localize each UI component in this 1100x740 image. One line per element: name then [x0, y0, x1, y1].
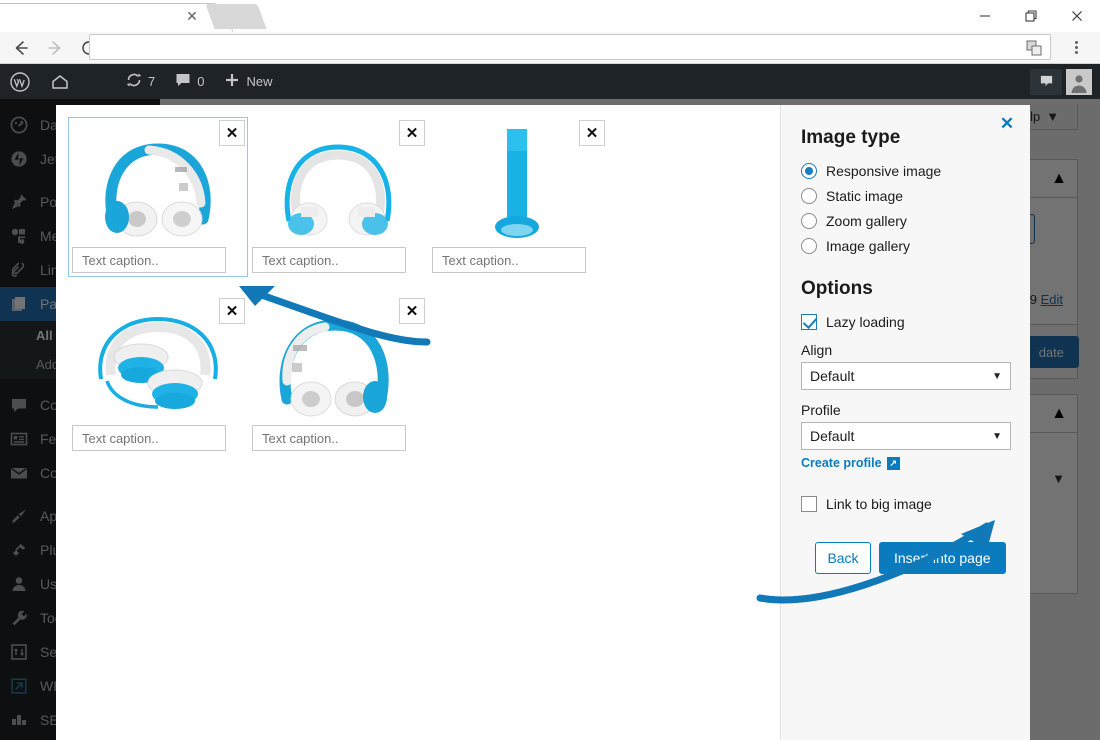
address-input[interactable] [98, 36, 1028, 58]
thumbnail-delete-icon-1[interactable]: ✕ [219, 120, 245, 146]
radio-responsive-image[interactable]: Responsive image [801, 163, 1010, 179]
new-tab-button[interactable] [205, 4, 267, 29]
options-heading: Options [801, 278, 873, 299]
align-select[interactable]: Default ▼ [801, 362, 1011, 390]
updates-count: 7 [148, 74, 156, 89]
updates-indicator[interactable]: 7 [116, 64, 165, 99]
window-close-icon[interactable] [1054, 0, 1100, 32]
options-panel: ✕ Image type Responsive image Static ima… [780, 105, 1030, 740]
checkbox-indicator [801, 496, 817, 512]
profile-label: Profile [801, 402, 841, 418]
radio-label: Zoom gallery [826, 213, 907, 229]
back-button[interactable]: Back [815, 542, 871, 574]
radio-label: Responsive image [826, 163, 942, 179]
minimize-icon[interactable] [962, 0, 1008, 32]
tab-close-icon[interactable]: ✕ [183, 7, 201, 25]
wp-admin-bar: 7 0 New [0, 64, 1100, 99]
kebab-menu-icon[interactable] [1062, 34, 1090, 60]
caption-input-1[interactable] [80, 251, 222, 269]
thumbnail-delete-icon-2[interactable]: ✕ [399, 120, 425, 146]
checkbox-label: Link to big image [826, 496, 932, 512]
admin-bar-right [1030, 64, 1100, 99]
modal-close-icon[interactable]: ✕ [996, 113, 1018, 135]
notifications-icon[interactable] [1030, 68, 1062, 95]
back-arrow-icon[interactable] [4, 32, 38, 64]
new-content-button[interactable]: New [214, 64, 282, 99]
image-insert-modal: ✕ Text caption.. ✕ Text caption.. ✕ Text… [56, 105, 1030, 740]
checkbox-link-to-big-image[interactable]: Link to big image [801, 496, 1010, 512]
caption-input-4[interactable] [80, 429, 222, 447]
checkbox-indicator [801, 314, 817, 330]
image-type-heading: Image type [801, 127, 901, 148]
plus-icon [224, 72, 240, 91]
external-link-icon: ↗ [886, 456, 900, 470]
thumbnail-caption-2[interactable] [252, 247, 406, 273]
radio-indicator [801, 213, 817, 229]
radio-indicator [801, 188, 817, 204]
address-bar[interactable] [89, 34, 1051, 60]
thumbnail-delete-icon-4[interactable]: ✕ [219, 298, 245, 324]
thumbnail-delete-icon-5[interactable]: ✕ [399, 298, 425, 324]
caption-input-5[interactable] [260, 429, 402, 447]
caption-input-2[interactable] [260, 251, 402, 269]
modal-action-buttons: Back Insert into page [801, 542, 1010, 574]
home-icon[interactable] [40, 64, 80, 99]
profile-select[interactable]: Default ▼ [801, 422, 1011, 450]
radio-indicator [801, 238, 817, 254]
page-translate-icon[interactable] [1026, 40, 1042, 56]
thumbnail-item-3[interactable]: ✕ [428, 117, 608, 277]
restore-icon[interactable] [1008, 0, 1054, 32]
new-label: New [246, 74, 273, 89]
forward-arrow-icon [38, 32, 72, 64]
comments-indicator[interactable]: 0 [165, 64, 214, 99]
create-profile-link[interactable]: Create profile ↗ [801, 456, 900, 470]
radio-static-image[interactable]: Static image [801, 188, 1010, 204]
radio-indicator [801, 163, 817, 179]
insert-into-page-button[interactable]: Insert into page [879, 542, 1006, 574]
chevron-down-icon: ▼ [992, 430, 1002, 442]
window-controls [960, 0, 1100, 32]
tab-strip: ✕ [0, 0, 1100, 32]
thumbnail-delete-icon-3[interactable]: ✕ [579, 120, 605, 146]
radio-label: Image gallery [826, 238, 911, 254]
user-avatar[interactable] [1066, 68, 1092, 95]
checkbox-label: Lazy loading [826, 314, 905, 330]
wordpress-logo-icon[interactable] [0, 64, 40, 99]
chevron-down-icon: ▼ [992, 370, 1002, 382]
thumbnail-item-5[interactable]: ✕ [248, 295, 428, 455]
create-profile-label: Create profile [801, 456, 882, 470]
checkbox-lazy-loading[interactable]: Lazy loading [801, 314, 1010, 330]
thumbnail-caption-1[interactable] [72, 247, 226, 273]
thumbnail-grid: ✕ Text caption.. ✕ Text caption.. ✕ Text… [68, 117, 768, 473]
thumbnail-caption-3[interactable] [432, 247, 586, 273]
browser-window: ✕ 7 0 New ✕ Text caption.. ✕ Text captio… [0, 0, 1100, 740]
align-label: Align [801, 342, 833, 358]
thumbnail-item-1[interactable]: ✕ [68, 117, 248, 277]
comments-count: 0 [197, 74, 205, 89]
radio-zoom-gallery[interactable]: Zoom gallery [801, 213, 1010, 229]
radio-label: Static image [826, 188, 904, 204]
thumbnail-caption-5[interactable] [252, 425, 406, 451]
thumbnail-item-2[interactable]: ✕ [248, 117, 428, 277]
thumbnail-panel: ✕ Text caption.. ✕ Text caption.. ✕ Text… [56, 105, 780, 740]
updates-icon [126, 72, 142, 91]
radio-image-gallery[interactable]: Image gallery [801, 238, 1010, 254]
caption-input-3[interactable] [440, 251, 582, 269]
browser-tab[interactable] [0, 3, 214, 32]
browser-titlebar: ✕ [0, 0, 1100, 32]
profile-value: Default [810, 428, 855, 444]
thumbnail-item-4[interactable]: ✕ [68, 295, 248, 455]
thumbnail-caption-4[interactable] [72, 425, 226, 451]
comment-bubble-icon [175, 72, 191, 91]
align-value: Default [810, 368, 855, 384]
